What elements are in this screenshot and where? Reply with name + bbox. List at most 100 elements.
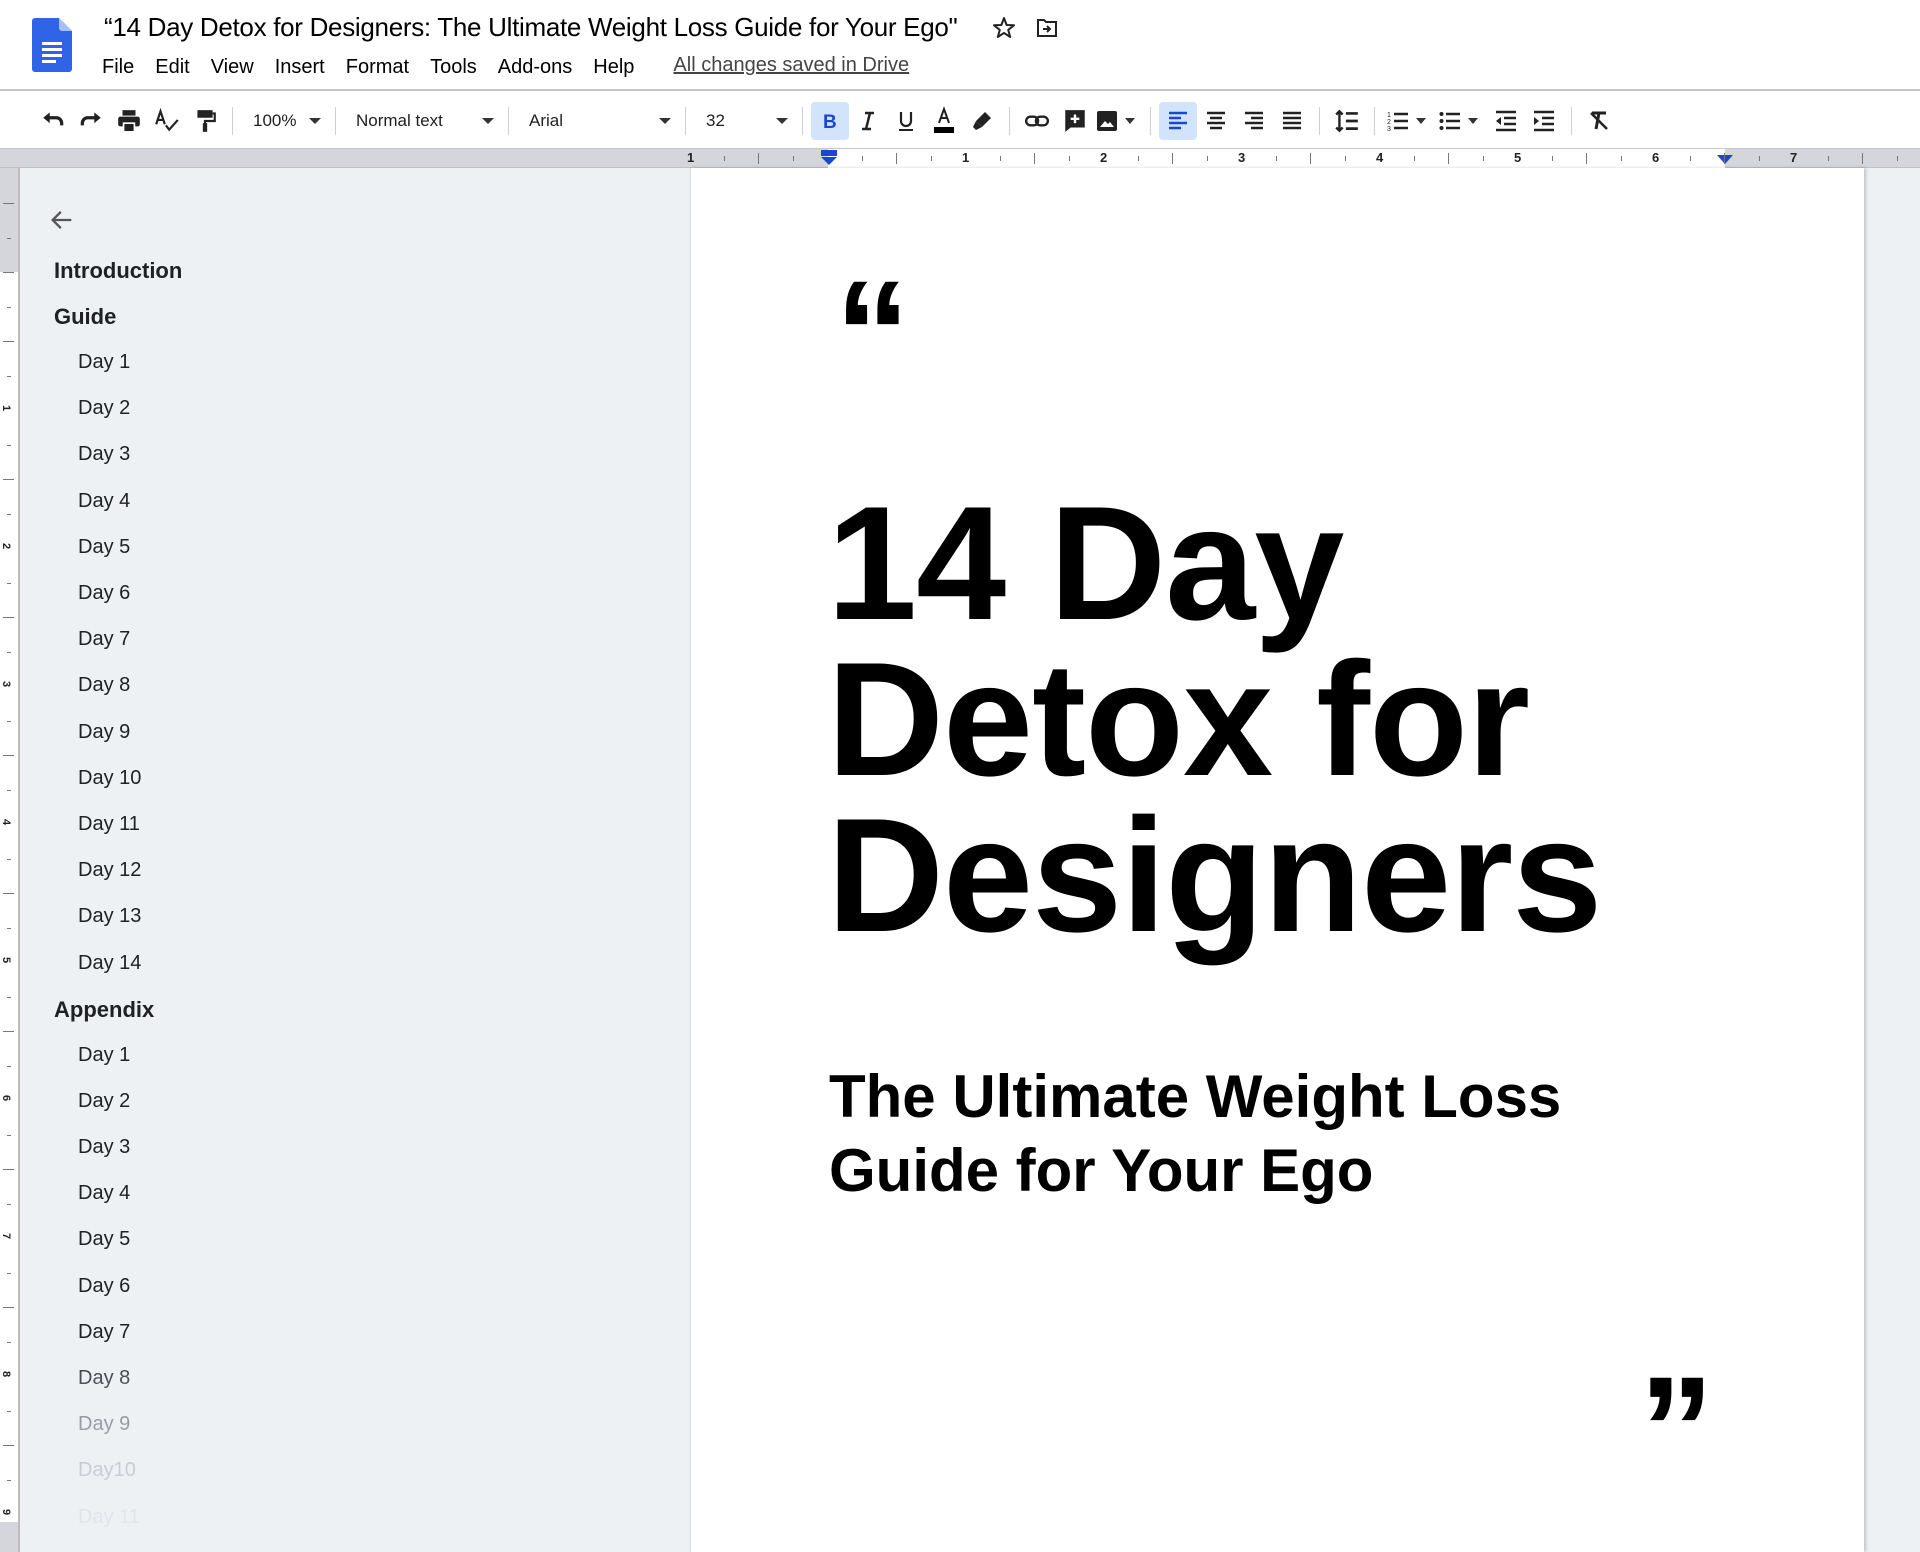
ruler-tick (7, 237, 11, 239)
right-indent-marker[interactable] (1715, 153, 1735, 167)
spellcheck-icon (155, 107, 179, 131)
ruler-tick (930, 156, 932, 161)
formatting-toolbar: 100% Normal text Arial 32 B 1 2 3 (0, 93, 1920, 148)
horizontal-ruler[interactable]: 1 1 2 3 4 5 6 7 (0, 148, 1920, 168)
undo-button[interactable] (34, 102, 72, 140)
menu-tools[interactable]: Tools (430, 54, 486, 81)
insert-image-button[interactable] (1094, 102, 1142, 140)
menu-file[interactable]: File (102, 54, 143, 81)
underline-button[interactable] (887, 102, 925, 140)
svg-text:2: 2 (1387, 119, 1391, 126)
highlight-color-button[interactable] (963, 102, 1001, 140)
ruler-tick (1310, 153, 1311, 164)
font-size-select[interactable]: 32 (694, 102, 794, 140)
menu-edit[interactable]: Edit (155, 54, 198, 81)
outline-subheading[interactable]: Day 1 (78, 351, 130, 374)
align-center-button[interactable] (1197, 102, 1235, 140)
outline-subheading[interactable]: Day 9 (78, 1413, 130, 1436)
outline-subheading[interactable]: Day 5 (78, 1228, 130, 1251)
document-heading[interactable]: 14 Day Detox for Designers (827, 483, 1727, 957)
outline-subheading[interactable]: Day 2 (78, 397, 130, 420)
outline-subheading[interactable]: Day 7 (78, 1321, 130, 1344)
clear-formatting-button[interactable] (1580, 102, 1618, 140)
outline-subheading[interactable]: Day 1 (78, 1044, 130, 1067)
ruler-tick (1551, 156, 1553, 161)
star-icon[interactable] (990, 14, 1018, 42)
outline-subheading[interactable]: Day 2 (78, 1090, 130, 1113)
outline-subheading[interactable]: Day 12 (78, 859, 141, 882)
toolbar-divider (335, 106, 336, 135)
outline-subheading[interactable]: Day 6 (78, 1275, 130, 1298)
outline-heading[interactable]: Guide (54, 304, 116, 330)
align-right-icon (1245, 111, 1263, 129)
zoom-select[interactable]: 100% (241, 102, 327, 140)
align-left-button[interactable] (1159, 101, 1197, 140)
toolbar-divider (1571, 106, 1572, 135)
paragraph-style-select[interactable]: Normal text (344, 102, 500, 140)
outline-subheading[interactable]: Day 6 (78, 582, 130, 605)
document-subheading[interactable]: The Ultimate Weight Loss Guide for Your … (829, 1060, 1729, 1208)
save-status-link[interactable]: All changes saved in Drive (673, 54, 909, 81)
left-indent-marker[interactable] (819, 149, 839, 167)
text-color-button[interactable] (925, 102, 963, 140)
bold-button[interactable]: B (811, 101, 849, 140)
justify-button[interactable] (1273, 102, 1311, 140)
move-to-folder-icon[interactable] (1033, 14, 1061, 42)
outline-subheading[interactable]: Day 10 (78, 767, 141, 790)
ruler-label: 4 (0, 818, 13, 826)
outline-subheading[interactable]: Day 11 (78, 813, 140, 836)
menu-view[interactable]: View (211, 54, 263, 81)
line-spacing-button[interactable] (1328, 102, 1366, 140)
ruler-label: 8 (0, 1370, 13, 1378)
outline-subheading[interactable]: Day 8 (78, 1367, 130, 1390)
outline-subheading[interactable]: Day 5 (78, 536, 130, 559)
ruler-tick (1068, 156, 1070, 161)
add-comment-button[interactable] (1056, 102, 1094, 140)
close-outline-button[interactable] (46, 204, 78, 236)
redo-button[interactable] (72, 102, 110, 140)
font-size-value: 32 (706, 110, 725, 130)
menu-insert[interactable]: Insert (275, 54, 334, 81)
print-button[interactable] (110, 102, 148, 140)
outline-subheading[interactable]: Day 3 (78, 443, 130, 466)
increase-indent-button[interactable] (1525, 102, 1563, 140)
vertical-ruler[interactable]: 1 2 3 4 5 6 7 8 9 (0, 168, 20, 1552)
outline-subheading[interactable]: Day10 (78, 1459, 136, 1482)
align-right-button[interactable] (1235, 102, 1273, 140)
ruler-tick (3, 1445, 14, 1446)
decrease-indent-icon (1496, 110, 1516, 131)
spellcheck-button[interactable] (148, 102, 186, 140)
decrease-indent-button[interactable] (1487, 102, 1525, 140)
menu-help[interactable]: Help (593, 54, 643, 81)
font-family-select[interactable]: Arial (517, 102, 677, 140)
ruler-scale: 1 1 2 3 4 5 6 7 (687, 149, 1898, 168)
italic-icon (862, 111, 874, 130)
document-title[interactable]: “14 Day Detox for Designers: The Ultimat… (104, 12, 958, 43)
paint-format-button[interactable] (186, 102, 224, 140)
menu-add-ons[interactable]: Add-ons (498, 54, 582, 81)
outline-subheading[interactable]: Day 14 (78, 952, 141, 975)
ruler-tick (3, 1169, 14, 1170)
italic-button[interactable] (849, 102, 887, 140)
ruler-tick (7, 444, 11, 446)
outline-subheading[interactable]: Day 7 (78, 628, 130, 651)
link-icon (1024, 114, 1050, 127)
outline-subheading[interactable]: Day 4 (78, 490, 130, 513)
bulleted-list-button[interactable] (1435, 102, 1487, 140)
ruler-tick (7, 720, 11, 722)
outline-subheading[interactable]: Day 3 (78, 1136, 130, 1159)
outline-subheading[interactable]: Day 13 (78, 905, 141, 928)
outline-subheading[interactable]: Day 8 (78, 674, 130, 697)
outline-heading[interactable]: Introduction (54, 258, 182, 284)
ruler-label: 7 (0, 1232, 13, 1240)
document-page[interactable]: “ 14 Day Detox for Designers The Ultimat… (690, 168, 1864, 1552)
menu-format[interactable]: Format (346, 54, 418, 81)
ruler-label: 1 (687, 150, 695, 165)
outline-subheading[interactable]: Day 9 (78, 721, 130, 744)
outline-heading[interactable]: Appendix (54, 997, 154, 1023)
outline-subheading[interactable]: Day 11 (78, 1506, 140, 1529)
numbered-list-button[interactable]: 123 (1383, 102, 1435, 140)
insert-link-button[interactable] (1018, 102, 1056, 140)
google-docs-logo-icon[interactable] (32, 18, 72, 72)
outline-subheading[interactable]: Day 4 (78, 1182, 130, 1205)
